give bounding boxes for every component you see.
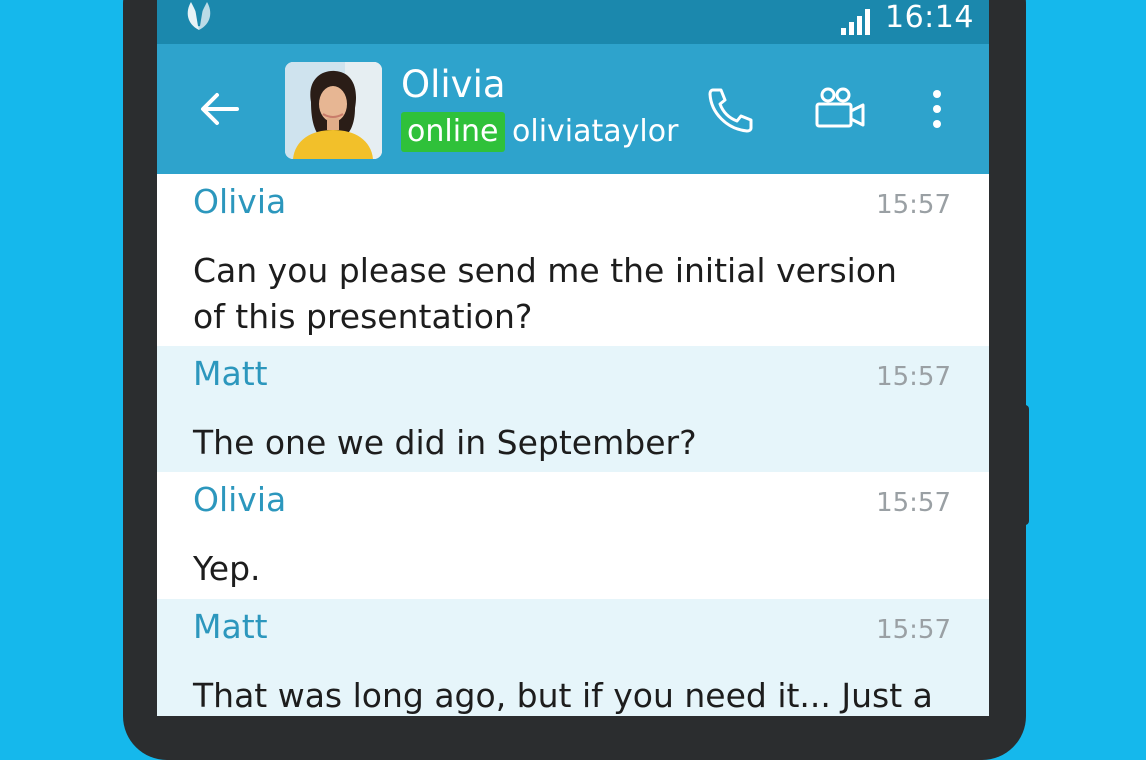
message-time: 15:57 [876,488,951,518]
more-vertical-icon[interactable] [917,84,957,134]
message-item[interactable]: Matt 15:57 The one we did in September? [157,346,989,472]
message-time: 15:57 [876,190,951,220]
message-text: Can you please send me the initial versi… [193,251,897,336]
message-time: 15:57 [876,362,951,392]
message-text: The one we did in September? [193,423,697,462]
message-sender: Olivia [193,182,287,221]
status-bar: 16:14 [157,0,989,44]
message-sender: Matt [193,607,268,646]
message-text: That was long ago, but if you need it...… [193,676,933,715]
signal-icon [840,6,876,40]
arrow-back-icon[interactable] [197,89,241,129]
message-text: Yep. [193,549,261,588]
message-time: 15:57 [876,615,951,645]
app-logo-icon [179,0,219,40]
message-item[interactable]: Olivia 15:57 Can you please send me the … [157,174,989,346]
status-time: 16:14 [885,0,974,35]
phone-screen: 16:14 Olivia online oliviataylor Olivia … [157,0,989,716]
message-item[interactable]: Olivia 15:57 Yep. [157,472,989,599]
contact-username: oliviataylor [512,114,679,149]
online-status-badge: online [401,112,505,152]
video-camera-icon[interactable] [813,84,867,134]
message-item[interactable]: Matt 15:57 That was long ago, but if you… [157,599,989,716]
message-list: Olivia 15:57 Can you please send me the … [157,174,989,716]
phone-icon[interactable] [703,84,757,134]
message-sender: Matt [193,354,268,393]
message-sender: Olivia [193,480,287,519]
chat-header: Olivia online oliviataylor [157,44,989,174]
avatar[interactable] [285,62,382,159]
phone-side-button [1020,405,1029,525]
contact-name: Olivia [401,63,506,106]
